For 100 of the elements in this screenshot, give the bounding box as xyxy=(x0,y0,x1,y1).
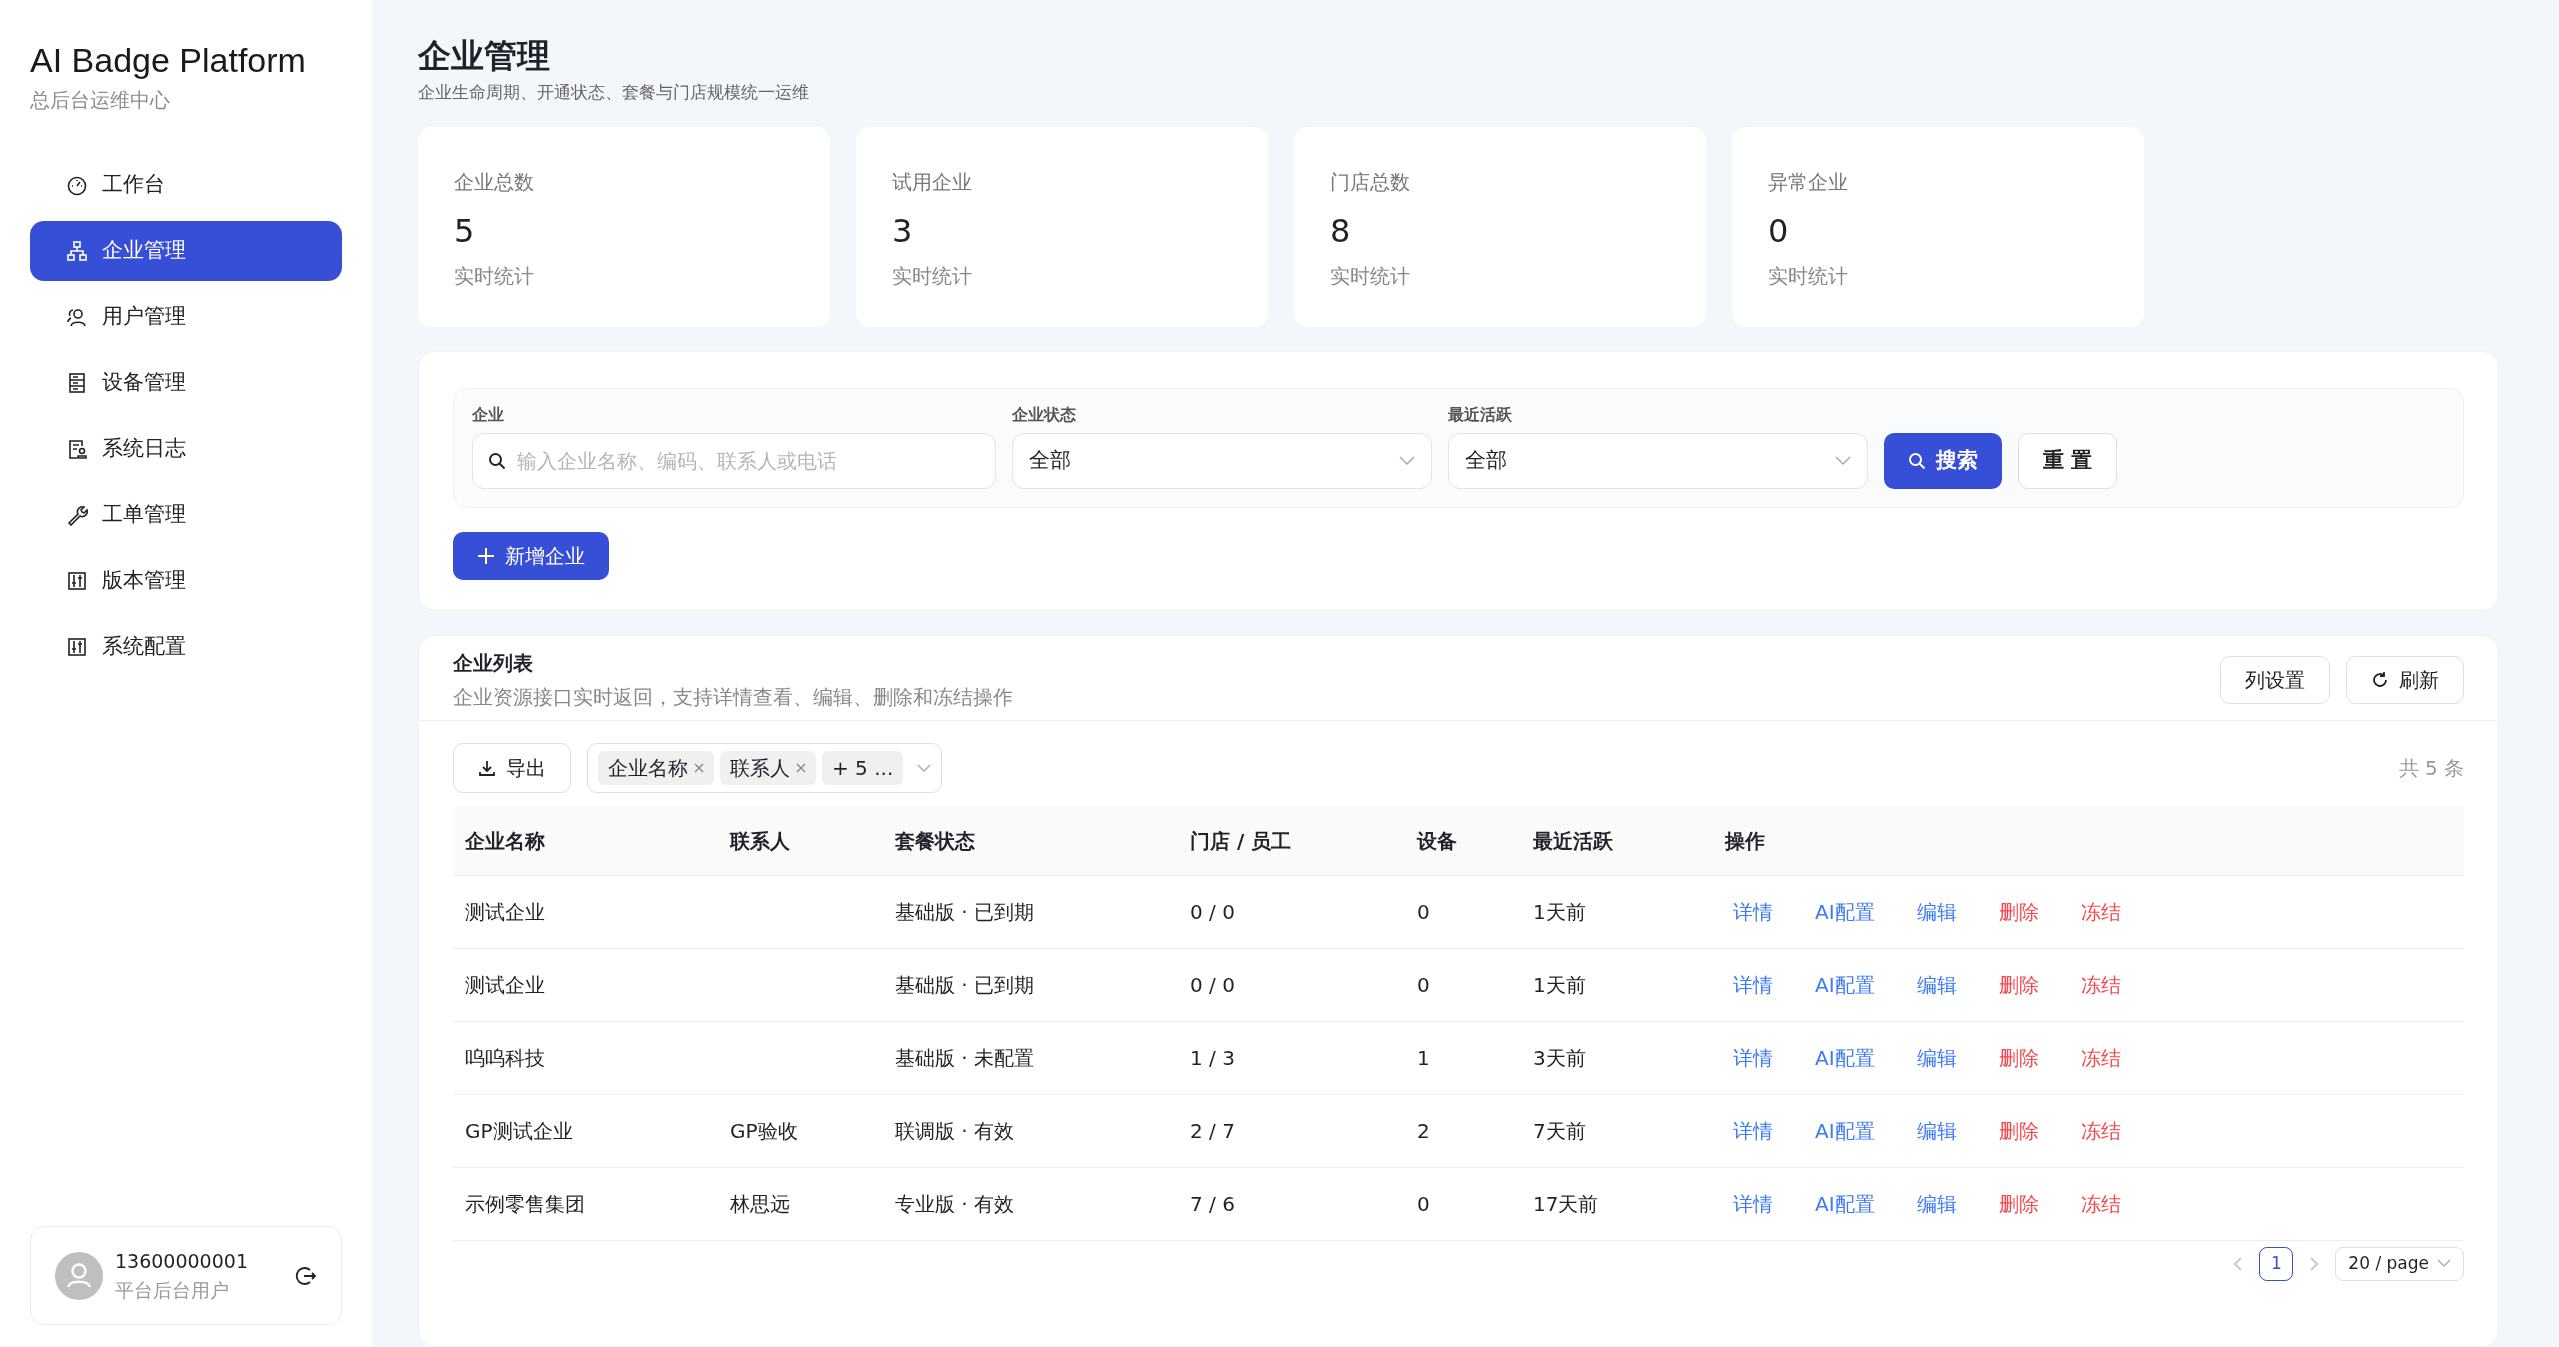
field-label: 企业状态 xyxy=(1012,404,1077,427)
table-cell: 1 / 3 xyxy=(1178,1021,1405,1095)
sidebar-item[interactable]: 版本管理 xyxy=(30,550,342,611)
brand-title: AI Badge Platform xyxy=(30,40,307,81)
danger-link[interactable]: 删除 xyxy=(1998,1045,2039,1070)
column-select[interactable]: 企业名称 联系人 + 5 ... xyxy=(587,743,943,794)
chevron-icon xyxy=(917,763,932,773)
page-button[interactable]: 1 xyxy=(2259,1246,2294,1281)
table-cell: 0 xyxy=(1405,948,1521,1022)
action-link[interactable]: 详情 xyxy=(1733,899,1773,924)
danger-link[interactable]: 删除 xyxy=(1998,972,2039,997)
danger-link[interactable]: 删除 xyxy=(1998,1191,2039,1216)
page-subtitle: 企业生命周期、开通状态、套餐与门店规模统一运维 xyxy=(418,80,810,104)
danger-link[interactable]: 冻结 xyxy=(2080,899,2121,924)
server-icon xyxy=(66,371,88,394)
field-label: 企业 xyxy=(472,404,505,427)
close-icon[interactable] xyxy=(694,763,704,774)
search-icon xyxy=(1908,452,1926,471)
avatar-icon xyxy=(55,1251,103,1300)
plus-icon xyxy=(477,547,495,566)
action-link[interactable]: 编辑 xyxy=(1916,1045,1957,1070)
table-cell: 呜呜科技 xyxy=(453,1021,718,1095)
sliders-icon xyxy=(66,635,88,658)
action-link[interactable]: 详情 xyxy=(1733,1191,1773,1216)
logout-icon[interactable] xyxy=(295,1264,317,1287)
activity-select[interactable]: 全部 xyxy=(1448,433,1868,490)
table-cell: 0 / 0 xyxy=(1178,948,1405,1022)
danger-link[interactable]: 冻结 xyxy=(2080,1045,2121,1070)
search-icon xyxy=(488,452,506,471)
download-icon xyxy=(478,759,496,778)
table-cell: 3天前 xyxy=(1521,1021,1713,1095)
table-cell: 0 xyxy=(1405,875,1521,949)
chevron-icon xyxy=(1835,456,1851,467)
stat-value: 5 xyxy=(454,211,476,253)
sidebar-item[interactable]: 企业管理 xyxy=(30,220,342,281)
sidebar-item[interactable]: 系统配置 xyxy=(30,616,342,677)
table-cell: 7天前 xyxy=(1521,1094,1713,1168)
table-cell: 测试企业 xyxy=(453,875,718,949)
action-link[interactable]: AI配置 xyxy=(1815,1118,1875,1143)
danger-link[interactable]: 删除 xyxy=(1998,899,2039,924)
column-header: 门店 / 员工 xyxy=(1178,807,1405,876)
sidebar-item[interactable]: 设备管理 xyxy=(30,352,342,413)
column-tag: 联系人 xyxy=(720,751,816,786)
column-header: 联系人 xyxy=(718,807,883,876)
danger-link[interactable]: 删除 xyxy=(1998,1118,2039,1143)
danger-link[interactable]: 冻结 xyxy=(2080,1118,2121,1143)
stat-label: 门店总数 xyxy=(1330,169,1411,197)
column-settings-button[interactable]: 列设置 xyxy=(2220,656,2330,705)
table-cell: 1 xyxy=(1405,1021,1521,1095)
previous-icon[interactable] xyxy=(2233,1256,2244,1271)
action-link[interactable]: 编辑 xyxy=(1916,1118,1957,1143)
action-link[interactable]: AI配置 xyxy=(1815,972,1875,997)
next-icon[interactable] xyxy=(2309,1256,2320,1271)
user-name: 13600000001 xyxy=(115,1249,249,1274)
list-subtitle: 企业资源接口实时返回，支持详情查看、编辑、删除和冻结操作 xyxy=(453,684,1013,712)
column-header: 设备 xyxy=(1405,807,1521,876)
sidebar-item[interactable]: 用户管理 xyxy=(30,286,342,347)
action-link[interactable]: AI配置 xyxy=(1815,1191,1875,1216)
stat-label: 异常企业 xyxy=(1768,169,1849,197)
search-field[interactable]: 输入企业名称、编码、联系人或电话 xyxy=(472,433,996,490)
export-button[interactable]: 导出 xyxy=(453,743,571,794)
action-link[interactable]: AI配置 xyxy=(1815,899,1875,924)
action-link[interactable]: 编辑 xyxy=(1916,899,1957,924)
sidebar-item[interactable]: 工单管理 xyxy=(30,484,342,545)
sidebar-item[interactable]: 系统日志 xyxy=(30,418,342,479)
page-size-select[interactable]: 20 / page xyxy=(2335,1246,2464,1281)
stat-note: 实时统计 xyxy=(892,263,973,291)
wrench-icon xyxy=(66,503,88,526)
danger-link[interactable]: 冻结 xyxy=(2080,972,2121,997)
table-cell: 示例零售集团 xyxy=(453,1167,718,1241)
search-button[interactable]: 搜索 xyxy=(1884,433,2002,490)
table-cell: 1天前 xyxy=(1521,948,1713,1022)
stat-value: 0 xyxy=(1768,211,1790,253)
action-link[interactable]: 编辑 xyxy=(1916,1191,1957,1216)
status-select[interactable]: 全部 xyxy=(1012,433,1432,490)
table-cell: 基础版 · 已到期 xyxy=(883,875,1178,949)
reset-button[interactable]: 重 置 xyxy=(2018,433,2118,490)
action-link[interactable]: 编辑 xyxy=(1916,972,1957,997)
action-link[interactable]: 详情 xyxy=(1733,1045,1773,1070)
column-tag: 企业名称 xyxy=(598,751,714,786)
chevron-icon xyxy=(1399,456,1415,467)
sidebar-item[interactable]: 工作台 xyxy=(30,154,342,215)
stat-value: 8 xyxy=(1330,211,1352,253)
page-title: 企业管理 xyxy=(418,36,551,76)
table-cell: 1天前 xyxy=(1521,875,1713,949)
table-cell: 联调版 · 有效 xyxy=(883,1094,1178,1168)
action-link[interactable]: 详情 xyxy=(1733,972,1773,997)
refresh-button[interactable]: 刷新 xyxy=(2346,656,2464,705)
add-company-button[interactable]: 新增企业 xyxy=(453,532,609,581)
document-icon xyxy=(66,437,88,460)
action-link[interactable]: AI配置 xyxy=(1815,1045,1875,1070)
close-icon[interactable] xyxy=(796,763,806,774)
action-link[interactable]: 详情 xyxy=(1733,1118,1773,1143)
table-cell: 2 xyxy=(1405,1094,1521,1168)
stat-label: 试用企业 xyxy=(892,169,973,197)
table-cell: 0 / 0 xyxy=(1178,875,1405,949)
danger-link[interactable]: 冻结 xyxy=(2080,1191,2121,1216)
column-header: 套餐状态 xyxy=(883,807,1178,876)
stat-note: 实时统计 xyxy=(454,263,535,291)
table-cell: 专业版 · 有效 xyxy=(883,1167,1178,1241)
